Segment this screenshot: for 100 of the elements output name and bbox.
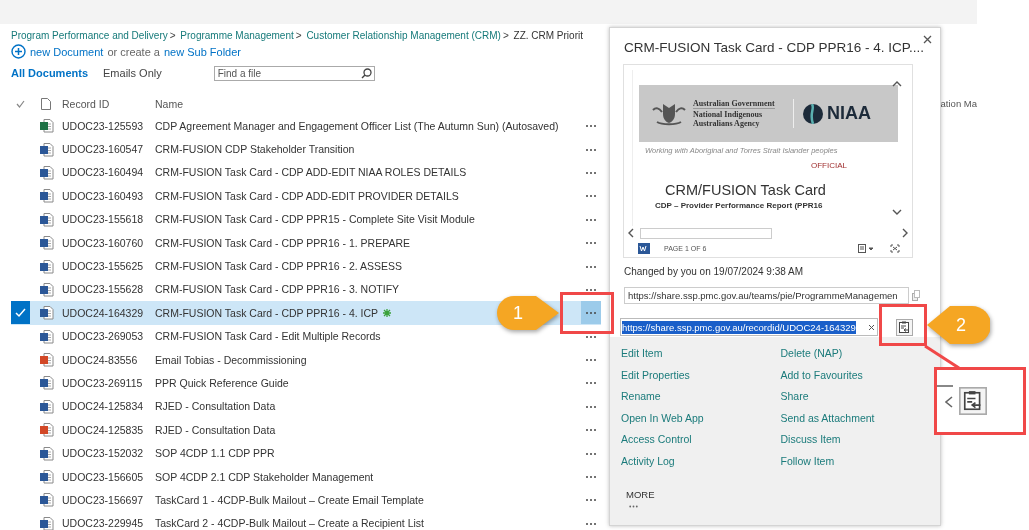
ellipsis-icon[interactable] xyxy=(629,505,638,508)
scroll-up-icon[interactable] xyxy=(892,81,902,87)
breadcrumb-current: ZZ. CRM Priorit xyxy=(513,30,583,41)
action-link[interactable]: Discuss Item xyxy=(780,433,841,455)
new-document-link[interactable]: new Document xyxy=(30,45,104,58)
word-file-icon xyxy=(38,398,54,414)
table-row[interactable]: UDOC23-160494 CRM-FUSION Task Card - CDP ADD-EDIT NIAA ROLES DETAILS xyxy=(11,160,601,185)
table-row[interactable]: UDOC23-269115 PPR Quick Reference Guide xyxy=(11,371,601,395)
more-link[interactable]: MORE xyxy=(626,489,655,500)
more-options-icon[interactable] xyxy=(581,301,601,325)
table-row[interactable]: UDOC23-160760 CRM-FUSION Task Card - CDP PPR16 - 1. PREPARE xyxy=(11,230,601,255)
panel-title: CRM-FUSION Task Card - CDP PPR16 - 4. ICP.... xyxy=(624,40,925,55)
view-tab[interactable]: All Documents xyxy=(11,67,88,79)
agency-name: National Indigenous xyxy=(693,110,763,119)
column-header[interactable]: Record ID xyxy=(62,97,110,110)
action-link[interactable]: Follow Item xyxy=(780,454,835,477)
clear-icon[interactable] xyxy=(868,323,875,331)
close-icon[interactable] xyxy=(923,35,932,44)
table-row[interactable]: UDOC23-155625 CRM-FUSION Task Card - CDP PPR16 - 2. ASSESS xyxy=(11,254,601,278)
name-cell[interactable]: CDP Agreement Manager and Engagement Officer List (The Autumn Sun) (Autosaved) xyxy=(155,119,559,132)
record-url-field[interactable]: https://share.ssp.pmc.gov.au/recordid/UDOC24-164329 xyxy=(620,318,878,336)
name-cell[interactable]: CRM-FUSION Task Card - CDP ADD-EDIT PROVIDER DETAILS xyxy=(155,189,459,202)
select-all-check-icon[interactable] xyxy=(16,99,25,108)
breadcrumb-link[interactable]: Programme Management xyxy=(180,30,294,41)
action-link[interactable]: Send as Attachment xyxy=(780,411,875,434)
name-cell[interactable]: TaskCard 2 - 4CDP-Bulk Mailout – Create a Recipient List xyxy=(155,517,425,530)
table-row[interactable]: UDOC23-160547 CRM-FUSION CDP Stakeholder Transition xyxy=(11,137,601,161)
document-preview[interactable] xyxy=(623,64,913,258)
classification-label: OFFICIAL xyxy=(811,161,847,170)
word-file-icon xyxy=(38,305,54,321)
name-cell[interactable]: SOP 4CDP 1.1 CDP PPR xyxy=(155,447,275,460)
name-cell[interactable]: CRM-FUSION Task Card - CDP PPR15 - Complete Site Visit Module xyxy=(155,213,475,226)
record-id-cell: UDOC23-155625 xyxy=(62,260,144,273)
create-text: or create a xyxy=(107,45,160,58)
view-mode-icon[interactable] xyxy=(858,244,874,253)
action-link[interactable]: Activity Log xyxy=(621,454,675,477)
table-row[interactable]: UDOC23-160493 CRM-FUSION Task Card - CDP ADD-EDIT PROVIDER DETAILS xyxy=(11,184,601,208)
name-cell[interactable]: TaskCard 1 - 4CDP-Bulk Mailout – Create Email Template xyxy=(155,493,424,506)
table-row[interactable]: UDOC23-156605 SOP 4CDP 2.1 CDP Stakeholder Management xyxy=(11,464,601,489)
record-id-cell: UDOC23-269053 xyxy=(62,330,144,343)
table-row[interactable]: UDOC24-125835 RJED - Consultation Data xyxy=(11,418,601,442)
clear-icon xyxy=(945,396,953,408)
paste-clipboard-button[interactable] xyxy=(896,318,913,336)
pdf-file-icon xyxy=(38,422,54,438)
word-file-icon xyxy=(38,445,54,461)
table-row[interactable]: UDOC23-155618 CRM-FUSION Task Card - CDP PPR15 - Complete Site Visit Module xyxy=(11,207,601,231)
scroll-left-icon[interactable] xyxy=(628,228,634,238)
breadcrumb-link[interactable]: Customer Relationship Management (CRM) xyxy=(306,30,501,41)
name-cell[interactable]: SOP 4CDP 2.1 CDP Stakeholder Management xyxy=(155,470,374,483)
name-cell[interactable]: CRM-FUSION Task Card - CDP ADD-EDIT NIAA ROLES DETAILS xyxy=(155,166,467,179)
table-row[interactable]: UDOC24-125834 RJED - Consultation Data xyxy=(11,394,601,419)
modified-info: Changed by you on 19/07/2024 9:38 AM xyxy=(624,266,804,277)
action-link[interactable]: Add to Favourites xyxy=(780,368,863,391)
column-header[interactable]: Name xyxy=(155,97,183,110)
name-cell[interactable]: RJED - Consultation Data xyxy=(155,423,276,436)
action-link[interactable]: Access Control xyxy=(621,433,692,455)
action-link[interactable]: Delete (NAP) xyxy=(780,347,843,369)
scroll-down-icon[interactable] xyxy=(892,209,902,215)
search-field[interactable]: Find a file xyxy=(213,65,375,81)
table-row[interactable]: UDOC23-229945 TaskCard 2 - 4CDP-Bulk Mailout – Create a Recipient List xyxy=(11,511,601,530)
scroll-right-icon[interactable] xyxy=(902,228,908,238)
numbered-callout: 1 xyxy=(496,295,560,331)
action-link[interactable]: Edit Item xyxy=(621,347,663,369)
name-cell[interactable]: CRM-FUSION Task Card - Edit Multiple Records xyxy=(155,330,381,343)
table-row[interactable]: UDOC24-83556 Email Tobias - Decommissioning xyxy=(11,347,601,372)
word-file-icon xyxy=(38,188,54,204)
record-id-cell: UDOC24-83556 xyxy=(62,353,138,366)
name-cell[interactable]: Email Tobias - Decommissioning xyxy=(155,353,307,366)
view-tab[interactable]: Emails Only xyxy=(103,67,162,79)
record-id-cell: UDOC24-125834 xyxy=(62,400,144,413)
word-file-icon xyxy=(38,211,54,227)
action-link[interactable]: Rename xyxy=(621,390,661,412)
highlight-frame xyxy=(560,292,614,334)
table-row[interactable]: UDOC23-152032 SOP 4CDP 1.1 CDP PPR xyxy=(11,441,601,465)
excel-file-icon xyxy=(38,118,54,134)
new-sub-folder-link[interactable]: new Sub Folder xyxy=(163,45,241,58)
word-file-icon xyxy=(38,328,54,344)
government-name: Australian Government xyxy=(693,99,775,109)
name-cell[interactable]: PPR Quick Reference Guide xyxy=(155,377,289,389)
table-row[interactable]: UDOC23-156697 TaskCard 1 - 4CDP-Bulk Mailout – Create Email Template xyxy=(11,488,601,512)
column-header[interactable]: ation Ma xyxy=(940,98,977,109)
fullscreen-icon[interactable] xyxy=(890,244,900,253)
name-cell[interactable]: CRM-FUSION Task Card - CDP PPR16 - 4. ICP xyxy=(155,306,379,319)
name-cell[interactable]: CRM-FUSION Task Card - CDP PPR16 - 1. PREPARE xyxy=(155,236,410,249)
paste-clipboard-icon xyxy=(959,386,987,416)
search-icon[interactable] xyxy=(360,67,372,79)
add-icon[interactable] xyxy=(11,44,26,59)
name-cell[interactable]: CRM-FUSION Task Card - CDP PPR16 - 2. ASSESS xyxy=(155,260,402,273)
action-link[interactable]: Edit Properties xyxy=(621,368,690,391)
action-link[interactable]: Open In Web App xyxy=(621,411,704,434)
scrollbar-thumb[interactable] xyxy=(640,227,772,239)
name-cell[interactable]: CRM-FUSION CDP Stakeholder Transition xyxy=(155,143,355,156)
name-cell[interactable]: RJED - Consultation Data xyxy=(155,400,276,413)
row-checked-icon[interactable] xyxy=(11,301,30,325)
action-link[interactable]: Share xyxy=(780,390,809,412)
name-cell[interactable]: CRM-FUSION Task Card - CDP PPR16 - 3. NOTIFY xyxy=(155,283,400,296)
breadcrumb-link[interactable]: Program Performance and Delivery xyxy=(11,30,168,41)
circle-logo-icon xyxy=(803,103,823,124)
table-row[interactable]: UDOC23-125593 CDP Agreement Manager and Engagement Officer List (The Autumn Sun) (Autosaved) xyxy=(11,114,601,138)
url-field[interactable]: https://share.ssp.pmc.gov.au/teams/pie/ProgrammeManagemen xyxy=(624,287,909,304)
